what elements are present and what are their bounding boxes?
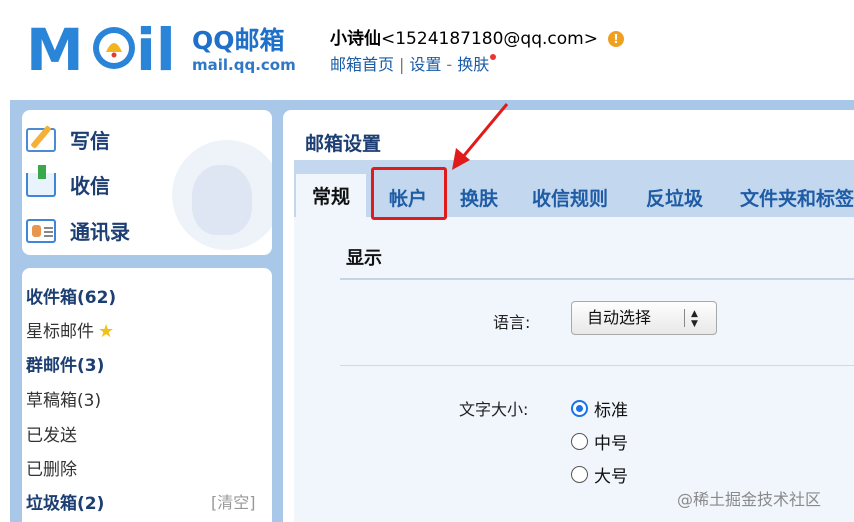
folder-drafts[interactable]: 草稿箱(3) [26,386,101,411]
language-label: 语言: [493,313,531,332]
contacts-label: 通讯录 [70,220,130,244]
folder-starred[interactable]: 星标邮件 ★ [26,317,114,342]
logo-text: QQ邮箱 mail.qq.com [192,26,296,74]
header-links: 邮箱首页 | 设置 - 换肤 [330,51,497,75]
font-size-standard-radio[interactable]: 标准 [571,396,628,421]
font-size-label: 文字大小: [459,400,529,419]
user-name: 小诗仙 [330,29,381,49]
tab-folders-labels[interactable]: 文件夹和标签 [740,184,854,211]
radio-unchecked-icon [571,466,588,483]
radio-checked-icon [571,400,588,417]
watermark: @稀土掘金技术社区 [677,490,822,509]
link-separator: | [399,55,405,74]
compose-label: 写信 [70,129,110,153]
radio-label: 中号 [594,434,628,454]
radio-unchecked-icon [571,433,588,450]
penguin-body-decor [192,165,252,235]
divider [340,365,854,366]
language-select[interactable]: 自动选择 ▲ ▼ [571,301,717,335]
tab-general[interactable]: 常规 [296,174,366,217]
folder-deleted[interactable]: 已删除 [26,455,77,480]
qq-mail-logo[interactable]: M il [26,22,188,74]
inbox-download-icon [26,164,56,197]
compose-button[interactable]: 写信 [26,125,110,154]
folder-group-mail[interactable]: 群邮件(3) [26,351,104,376]
skin-link[interactable]: 换肤 [457,55,489,74]
tab-skin[interactable]: 换肤 [460,184,498,211]
radio-label: 标准 [594,401,628,421]
radio-label: 大号 [594,467,628,487]
new-dot-icon [490,54,497,60]
user-email: <1524187180@qq.com> [381,29,598,49]
link-separator: - [446,55,453,74]
select-divider [684,309,685,327]
logo-brand: QQ邮箱 [192,26,285,55]
annotation-highlight-box [371,167,447,220]
contact-card-icon [26,218,56,243]
receive-label: 收信 [70,174,110,198]
language-value: 自动选择 [587,308,652,327]
settings-link[interactable]: 设置 [409,55,441,74]
warning-icon[interactable]: ! [607,31,624,47]
mailbox-home-link[interactable]: 邮箱首页 [330,55,394,74]
user-identity: 小诗仙<1524187180@qq.com>! [330,24,624,49]
folder-inbox[interactable]: 收件箱(62) [26,283,116,308]
folder-starred-label: 星标邮件 [26,322,94,342]
contacts-button[interactable]: 通讯录 [26,216,130,245]
updown-arrows-icon: ▲ ▼ [691,309,698,329]
clear-spam-link[interactable]: [清空] [211,489,256,513]
logo-il-letters: il [136,22,176,74]
star-icon: ★ [98,321,115,342]
folder-spam[interactable]: 垃圾箱(2) [26,489,104,514]
pen-paper-icon [26,127,56,152]
display-section [340,238,854,280]
receive-button[interactable]: 收信 [26,164,110,199]
tab-receive-rules[interactable]: 收信规则 [532,184,608,211]
folder-sent[interactable]: 已发送 [26,421,77,446]
header: M il QQ邮箱 mail.qq.com 小诗仙<1524187180@qq.… [0,0,854,100]
logo-m-letter: M [26,22,84,74]
section-title: 显示 [346,248,382,269]
tab-anti-spam[interactable]: 反垃圾 [646,184,703,211]
font-size-large-radio[interactable]: 大号 [571,462,628,487]
font-size-medium-radio[interactable]: 中号 [571,429,628,454]
page-title: 邮箱设置 [305,133,382,155]
logo-domain: mail.qq.com [192,56,296,74]
